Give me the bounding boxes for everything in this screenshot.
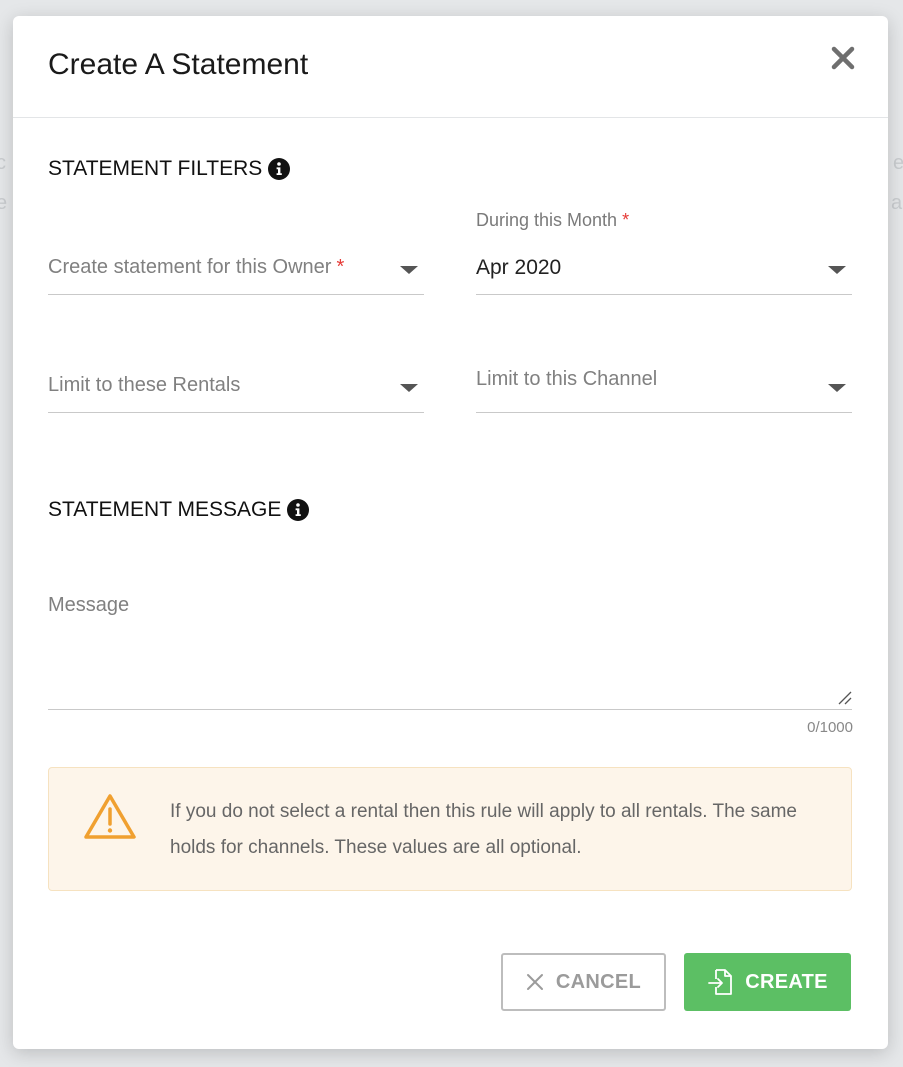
cancel-button[interactable]: CANCEL (501, 953, 666, 1011)
cancel-button-label: CANCEL (555, 970, 642, 993)
backdrop-fragment-left-1: c (0, 152, 6, 174)
info-icon[interactable] (287, 499, 310, 521)
alert-message: If you do not select a rental then this … (170, 801, 797, 858)
chevron-down-icon (400, 266, 418, 274)
chevron-down-icon (400, 384, 418, 392)
file-export-icon (708, 969, 733, 995)
channel-select[interactable]: Limit to this Channel (476, 368, 852, 413)
backdrop-fragment-right-2: a (891, 192, 903, 214)
owner-select[interactable]: Create statement for this Owner * (48, 254, 424, 295)
chevron-down-icon (828, 266, 846, 274)
message-field (48, 586, 852, 710)
statement-message-heading-text: STATEMENT MESSAGE (48, 498, 282, 521)
statement-message-heading: STATEMENT MESSAGE (48, 498, 310, 522)
info-icon[interactable] (268, 158, 291, 180)
month-select-value: Apr 2020 (476, 256, 562, 279)
close-button[interactable] (828, 43, 858, 73)
statement-filters-heading: STATEMENT FILTERS (48, 157, 291, 181)
backdrop-fragment-left-2: e (0, 192, 8, 214)
close-icon (526, 974, 543, 990)
required-marker: * (622, 210, 630, 230)
rentals-select-placeholder: Limit to these Rentals (48, 374, 241, 396)
owner-select-placeholder: Create statement for this Owner * (48, 256, 344, 279)
month-select[interactable]: During this Month * Apr 2020 (476, 210, 852, 295)
close-icon (831, 46, 855, 70)
backdrop-fragment-right-1: e (893, 152, 903, 174)
rentals-select[interactable]: Limit to these Rentals (48, 372, 424, 413)
owner-select-label: Create statement for this Owner (48, 256, 332, 278)
dialog-title: Create A Statement (48, 48, 309, 81)
dialog-header: Create A Statement (13, 16, 888, 118)
info-alert: If you do not select a rental then this … (48, 767, 852, 891)
chevron-down-icon (828, 384, 846, 392)
resize-handle-icon[interactable] (836, 689, 852, 705)
month-select-label-text: During this Month (476, 210, 618, 230)
warning-icon (84, 794, 136, 839)
channel-select-placeholder: Limit to this Channel (476, 368, 658, 390)
statement-filters-heading-text: STATEMENT FILTERS (48, 157, 263, 180)
month-select-label: During this Month * (476, 210, 629, 231)
create-button[interactable]: CREATE (684, 953, 851, 1011)
create-statement-dialog: Create A Statement STATEMENT FILTERS Cre… (13, 16, 888, 1049)
create-button-label: CREATE (745, 970, 828, 993)
required-marker: * (336, 256, 345, 278)
character-counter: 0/1000 (807, 719, 853, 736)
message-textarea[interactable] (48, 586, 852, 709)
